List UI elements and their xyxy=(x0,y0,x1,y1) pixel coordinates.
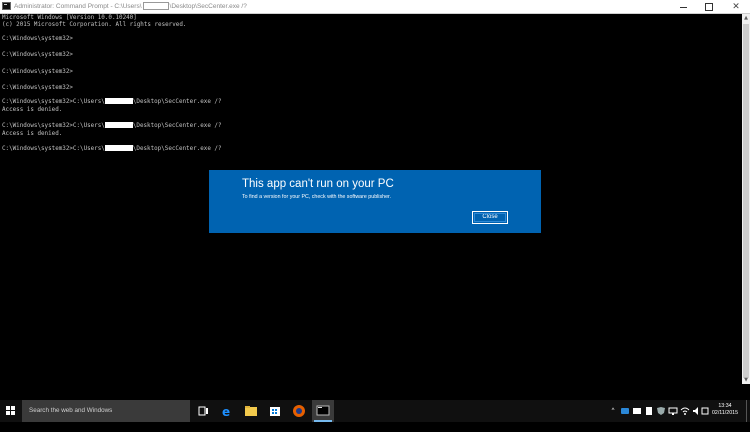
window-title: Administrator: Command Prompt - C:\Users… xyxy=(14,1,247,12)
console-line: C:\Windows\system32>C:\Users\ \Desktop\Se… xyxy=(2,122,222,130)
redacted-username xyxy=(104,145,133,151)
tray-app-icon[interactable] xyxy=(656,400,666,422)
command-suffix: \Desktop\SecCenter.exe /? xyxy=(132,146,222,152)
windows-logo-pane xyxy=(11,411,15,415)
close-window-button[interactable]: ✕ xyxy=(722,0,750,13)
show-desktop-button[interactable] xyxy=(746,400,750,422)
taskbar-edge[interactable]: e xyxy=(216,400,238,422)
title-bar: Administrator: Command Prompt - C:\Users… xyxy=(0,0,750,14)
clock-time: 13:34 xyxy=(718,403,732,409)
dialog-close-button[interactable]: Close xyxy=(472,211,508,224)
redacted-username xyxy=(104,98,133,104)
command-suffix: \Desktop\SecCenter.exe /? xyxy=(132,123,222,129)
dialog-title: This app can't run on your PC xyxy=(242,178,394,190)
command-prefix: C:\Windows\system32>C:\Users\ xyxy=(2,123,105,129)
console-line: C:\Windows\system32> xyxy=(2,69,73,75)
onedrive-icon xyxy=(621,408,629,414)
scrollbar-thumb[interactable] xyxy=(743,24,749,378)
command-prefix: C:\Windows\system32>C:\Users\ xyxy=(2,146,105,152)
scroll-down-arrow-icon[interactable]: ▼ xyxy=(742,376,750,384)
taskbar-firefox[interactable] xyxy=(288,400,310,422)
window-title-prefix: Administrator: Command Prompt - C:\Users… xyxy=(14,3,142,10)
store-icon xyxy=(270,407,280,416)
console-line: C:\Windows\system32> xyxy=(2,85,73,91)
dialog-message: To find a version for your PC, check wit… xyxy=(242,194,391,200)
clock-date: 02/11/2015 xyxy=(711,410,739,416)
taskbar: Search the web and Windows e ^ 13:34 02/… xyxy=(0,400,750,422)
scroll-up-arrow-icon[interactable]: ▲ xyxy=(742,14,750,22)
command-prompt-icon xyxy=(2,2,11,10)
notification-button[interactable] xyxy=(701,400,709,422)
firefox-icon xyxy=(293,405,305,417)
windows-logo-icon xyxy=(6,406,10,410)
search-box[interactable]: Search the web and Windows xyxy=(22,400,190,422)
console-line: C:\Windows\system32>C:\Users\ \Desktop\Se… xyxy=(2,98,222,106)
command-prompt-icon xyxy=(316,405,330,416)
window-title-suffix: \Desktop\SecCenter.exe /? xyxy=(169,3,247,10)
tray-app-icon[interactable] xyxy=(632,400,642,422)
tray-app-icon[interactable] xyxy=(668,400,678,422)
windows-logo-pane xyxy=(11,406,15,410)
tray-app-icon[interactable] xyxy=(644,400,654,422)
command-prefix: C:\Windows\system32>C:\Users\ xyxy=(2,99,105,105)
taskbar-file-explorer[interactable] xyxy=(240,400,262,422)
network-button[interactable] xyxy=(680,400,690,422)
show-hidden-icons-button[interactable]: ^ xyxy=(608,400,618,422)
minimize-button[interactable] xyxy=(672,0,694,13)
task-view-button[interactable] xyxy=(192,400,214,422)
folder-icon xyxy=(245,406,257,416)
message-icon xyxy=(633,408,641,414)
console-line: C:\Windows\system32> xyxy=(2,52,73,58)
shield-icon xyxy=(657,407,665,415)
app-error-dialog: This app can't run on your PC To find a … xyxy=(209,170,541,233)
clock[interactable]: 13:34 02/11/2015 xyxy=(709,403,741,417)
notification-icon xyxy=(701,407,709,415)
console-line: Access is denied. xyxy=(2,107,63,113)
svg-text:e: e xyxy=(222,405,230,419)
console-scrollbar[interactable]: ▲ ▼ xyxy=(742,14,750,384)
redacted-username xyxy=(142,2,169,11)
command-suffix: \Desktop\SecCenter.exe /? xyxy=(132,99,222,105)
windows-logo-pane xyxy=(6,411,10,415)
task-view-icon xyxy=(198,406,208,416)
monitor-icon xyxy=(668,407,678,415)
taskbar-command-prompt[interactable] xyxy=(312,400,334,422)
console-line: C:\Windows\system32> xyxy=(2,36,73,42)
console-line: Access is denied. xyxy=(2,131,63,137)
console-line: C:\Windows\system32>C:\Users\ \Desktop\Se… xyxy=(2,145,222,153)
network-icon xyxy=(680,407,690,415)
start-button[interactable] xyxy=(0,400,22,422)
app-icon xyxy=(646,407,652,415)
taskbar-store[interactable] xyxy=(264,400,286,422)
console-line: (c) 2015 Microsoft Corporation. All righ… xyxy=(2,22,187,28)
search-placeholder: Search the web and Windows xyxy=(29,407,113,414)
close-icon: ✕ xyxy=(732,2,740,12)
tray-app-icon[interactable] xyxy=(620,400,630,422)
redacted-username xyxy=(104,122,133,128)
maximize-button[interactable] xyxy=(697,0,719,13)
edge-icon: e xyxy=(222,405,230,419)
